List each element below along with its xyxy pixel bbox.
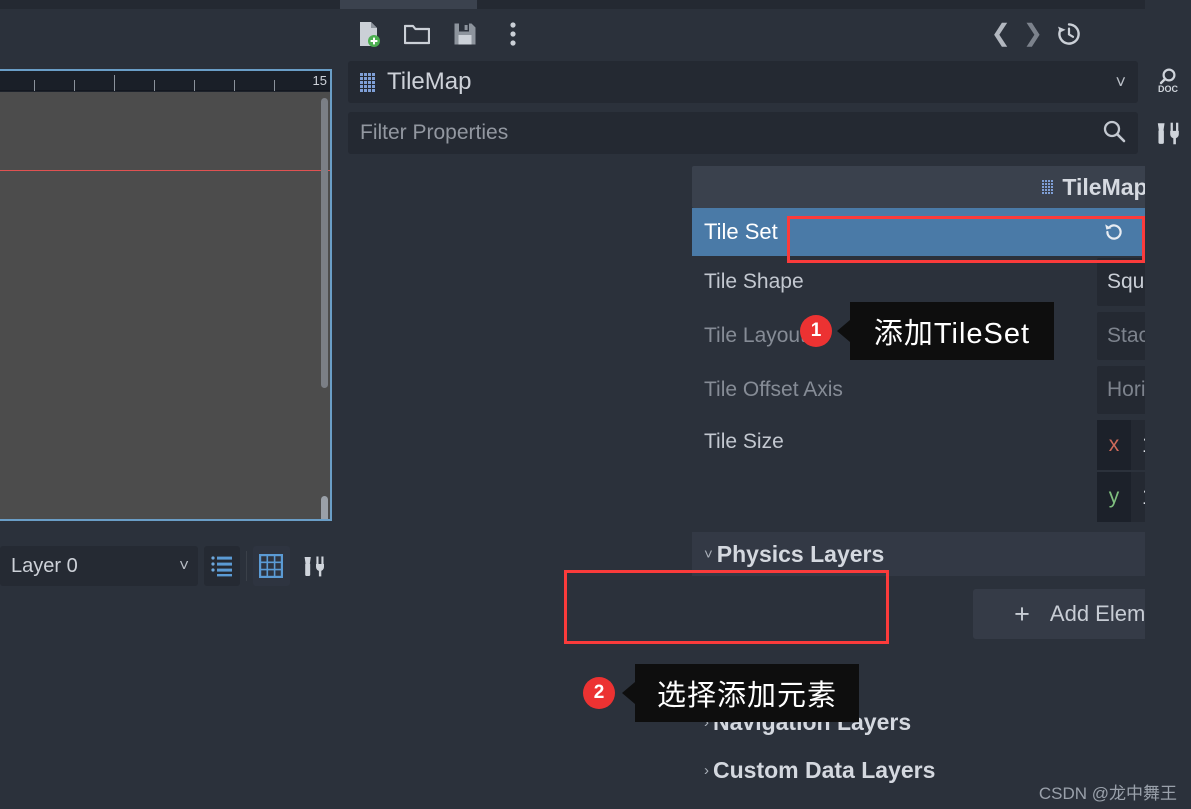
magnifier-icon: [1103, 120, 1126, 142]
chevron-down-icon: ˅: [179, 556, 189, 575]
filter-properties-input[interactable]: Filter Properties: [348, 112, 1138, 154]
folder-icon: [404, 24, 430, 45]
section-label-custom-data-layers: Custom Data Layers: [713, 756, 936, 783]
node-name-label: TileMap: [387, 68, 472, 95]
property-label-tile-offset-axis: Tile Offset Axis: [704, 378, 843, 401]
history-clock-icon: [1058, 23, 1080, 45]
category-title: TileMap: [1062, 173, 1148, 200]
tilemap-node-icon: [360, 72, 375, 92]
history-icon[interactable]: [1055, 20, 1083, 48]
grid-toggle-icon[interactable]: [253, 546, 290, 586]
vertical-dots-icon: [510, 22, 516, 46]
save-floppy-icon: [454, 23, 476, 45]
svg-text:DOC: DOC: [1158, 84, 1179, 94]
inspector-menu-icon[interactable]: [499, 20, 527, 48]
inspector-node-header[interactable]: TileMap ˅: [348, 61, 1138, 103]
property-row-tile-shape[interactable]: Tile Shape Square ˅: [692, 258, 1191, 306]
tilemap-canvas[interactable]: 15: [0, 69, 332, 521]
nav-back-button[interactable]: ❮: [991, 22, 1011, 46]
annotation-badge-1: 1: [800, 315, 832, 347]
new-resource-icon[interactable]: [355, 20, 383, 48]
property-row-tile-size: Tile Size x 16 px ⌃⌄ y 16 px ⌃⌄: [692, 420, 1191, 526]
axis-label-x: x: [1097, 420, 1131, 470]
property-label-tile-set: Tile Set: [704, 219, 778, 244]
scrollbar-thumb[interactable]: [321, 98, 328, 388]
left-dock: 15 Layer 0 ˅: [0, 0, 340, 809]
new-file-icon: [360, 22, 380, 47]
reset-arrow-icon: [1105, 224, 1122, 240]
annotation-callout-1: 添加TileSet: [837, 302, 1054, 360]
scrollbar-thumb-secondary[interactable]: [321, 496, 328, 519]
documentation-search-icon: DOC: [1158, 68, 1179, 94]
grid-icon: [259, 554, 284, 578]
add-element-container: + Add Element: [692, 576, 1191, 652]
filter-placeholder: Filter Properties: [360, 121, 509, 144]
tools-panel-icon[interactable]: [1151, 116, 1185, 150]
save-resource-icon[interactable]: [451, 20, 479, 48]
tools-icon: [1157, 122, 1179, 145]
open-resource-icon[interactable]: [403, 20, 431, 48]
section-label-physics-layers: Physics Layers: [716, 540, 885, 567]
tilemap-category-icon: [1042, 180, 1054, 194]
annotation-callout-2: 选择添加元素: [622, 664, 859, 722]
annotation-callout-2-text: 选择添加元素: [656, 680, 837, 712]
layer-list-icon[interactable]: [204, 546, 241, 586]
revert-icon[interactable]: [1092, 208, 1136, 256]
horizontal-ruler: 15: [0, 71, 330, 91]
chevron-down-icon: ˅: [704, 545, 713, 563]
canvas-surface[interactable]: [0, 92, 330, 519]
plus-icon: +: [1014, 598, 1030, 629]
search-icon[interactable]: [1102, 119, 1126, 148]
nav-forward-button[interactable]: ❯: [1023, 22, 1043, 46]
canvas-vertical-scrollbar[interactable]: [321, 98, 328, 519]
property-row-tile-offset-axis: Tile Offset Axis Horizontal Offset ˅: [692, 366, 1191, 414]
left-lower-panel: [0, 592, 340, 809]
doc-search-icon[interactable]: DOC: [1151, 64, 1185, 98]
layer-select-value: Layer 0: [11, 554, 78, 577]
property-row-tile-set[interactable]: Tile Set: [692, 208, 1191, 256]
category-header-tilemap: TileMap: [692, 166, 1191, 208]
annotation-badge-2: 2: [583, 677, 615, 709]
tilemap-layer-bar: Layer 0 ˅: [0, 540, 340, 592]
tools-icon: [304, 556, 324, 577]
property-label-tile-size: Tile Size: [704, 430, 784, 453]
list-icon: [211, 556, 233, 577]
chevron-right-icon: ›: [704, 761, 709, 779]
inspector-tabstrip: [340, 0, 1145, 9]
inspector-navigation: ❮ ❯: [991, 9, 1083, 59]
annotation-callout-1-text: 添加TileSet: [873, 318, 1031, 350]
toolbar-divider: [246, 551, 248, 581]
property-label-tile-shape: Tile Shape: [704, 270, 804, 293]
tab-inspector[interactable]: [340, 0, 477, 9]
section-label-rendering: Rendering: [713, 805, 827, 809]
chevron-down-icon[interactable]: ˅: [1115, 72, 1126, 93]
layer-select[interactable]: Layer 0 ˅: [0, 546, 198, 586]
canvas-guide-line: [0, 170, 330, 171]
axis-label-y: y: [1097, 472, 1131, 522]
tilemap-tools-icon[interactable]: [296, 546, 332, 586]
left-tabstrip: [0, 0, 340, 9]
godot-editor-window: 15 Layer 0 ˅ ❮ ❯ TileMap ˅ Filter Proper…: [0, 0, 1191, 809]
ruler-label: 15: [312, 73, 327, 88]
section-physics-layers[interactable]: ˅ Physics Layers: [692, 532, 1191, 576]
right-rail: DOC: [1145, 0, 1191, 809]
watermark: CSDN @龙中舞王: [1038, 784, 1177, 803]
